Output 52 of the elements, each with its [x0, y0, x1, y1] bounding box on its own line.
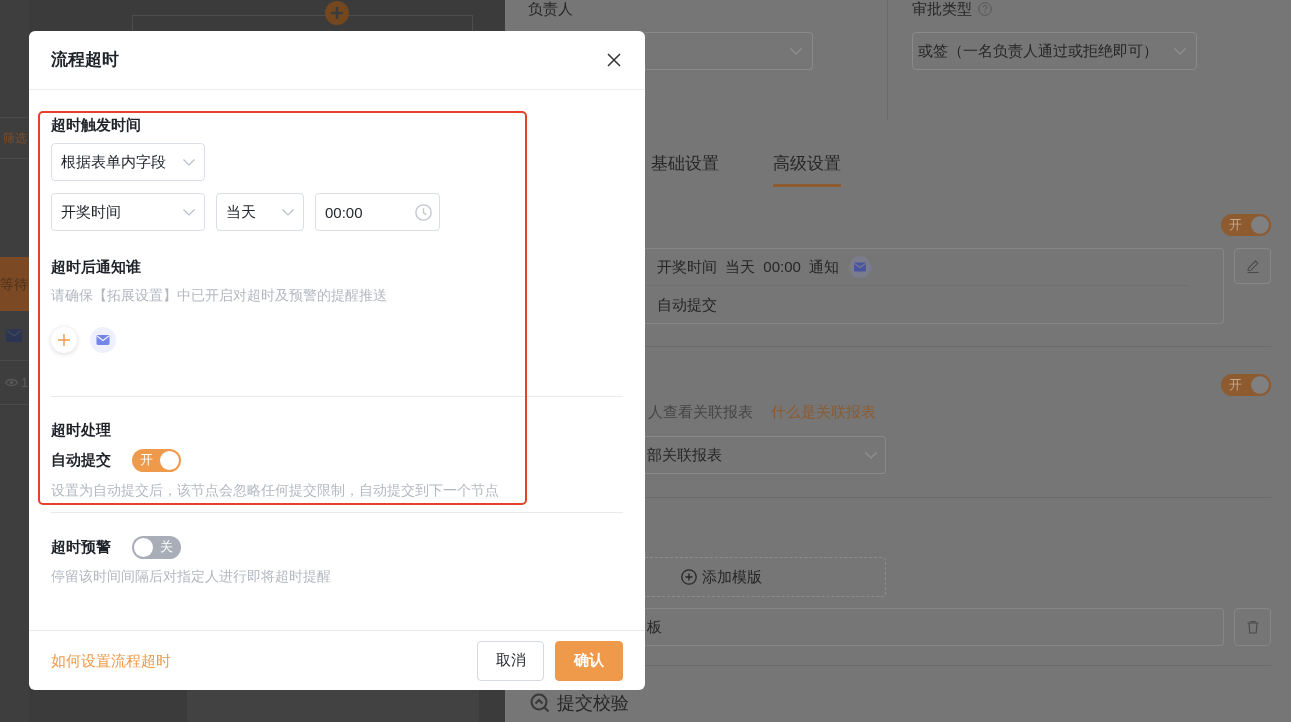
time-field[interactable]: 00:00 — [315, 193, 440, 231]
toggle-switch[interactable]: 开 — [132, 448, 181, 472]
confirm-button[interactable]: 确认 — [555, 640, 623, 681]
dialog-title: 流程超时 — [51, 50, 119, 70]
section-label: 超时处理 — [51, 420, 111, 440]
chevron-down-icon — [790, 47, 802, 55]
mail-icon — [6, 329, 22, 342]
cancel-button[interactable]: 取消 — [477, 640, 544, 681]
toggle-switch[interactable]: 关 — [132, 535, 181, 559]
toggle-switch[interactable]: 开 — [1221, 214, 1271, 236]
chevron-down-icon — [183, 208, 195, 216]
hint-text: 请确保【拓展设置】中已开启对超时及预警的提醒推送 — [51, 286, 387, 304]
close-icon[interactable] — [607, 53, 621, 67]
section-label: 超时触发时间 — [51, 115, 141, 135]
date-field-select[interactable]: 开奖时间 — [51, 193, 205, 231]
approval-type-select[interactable]: 或签（一名负责人通过或拒绝即可） — [912, 32, 1197, 70]
field-label: 审批类型 — [912, 0, 972, 18]
mail-icon — [90, 327, 116, 353]
hint-text: 停留该时间间隔后对指定人进行即将超时提醒 — [51, 567, 331, 585]
mail-icon — [849, 256, 872, 278]
timeout-action: 自动提交 — [657, 295, 717, 314]
help-link[interactable]: 如何设置流程超时 — [51, 651, 171, 670]
timeout-summary: 开奖时间 当天 00:00 通知 — [657, 258, 840, 276]
edit-button[interactable] — [1234, 248, 1271, 284]
chevron-down-icon — [183, 158, 195, 166]
chevron-down-icon — [282, 208, 294, 216]
field-label: 负责人 — [528, 0, 574, 18]
clock-icon — [415, 203, 432, 221]
day-select[interactable]: 当天 — [216, 193, 304, 231]
hint-text: 设置为自动提交后，该节点会忽略任何提交限制，自动提交到下一个节点 — [51, 481, 499, 499]
section-title: 提交校验 — [557, 693, 629, 713]
add-recipient-button[interactable] — [51, 327, 77, 353]
template-field[interactable]: 板 — [645, 608, 1224, 646]
delete-button[interactable] — [1234, 608, 1271, 646]
plus-circle-icon[interactable] — [325, 1, 349, 25]
section-label: 超时后通知谁 — [51, 257, 141, 277]
chevron-down-icon — [865, 451, 877, 459]
plus-icon — [58, 334, 70, 346]
circle-caret-icon — [530, 693, 550, 713]
trigger-mode-select[interactable]: 根据表单内字段 — [51, 143, 205, 181]
chevron-down-icon — [1174, 47, 1186, 55]
related-report-select[interactable]: 部关联报表 — [645, 436, 886, 474]
settings-tab[interactable]: 基础设置 — [651, 140, 719, 187]
help-icon[interactable] — [978, 2, 992, 16]
settings-tab[interactable]: 高级设置 — [773, 140, 841, 187]
eye-icon — [5, 378, 18, 387]
plus-circle-icon — [681, 569, 697, 585]
section-label: 超时预警 — [51, 537, 111, 557]
pencil-icon — [1244, 258, 1261, 274]
toggle-switch[interactable]: 开 — [1221, 374, 1271, 396]
option-label: 自动提交 — [51, 450, 111, 470]
assignee-select[interactable] — [645, 32, 813, 70]
